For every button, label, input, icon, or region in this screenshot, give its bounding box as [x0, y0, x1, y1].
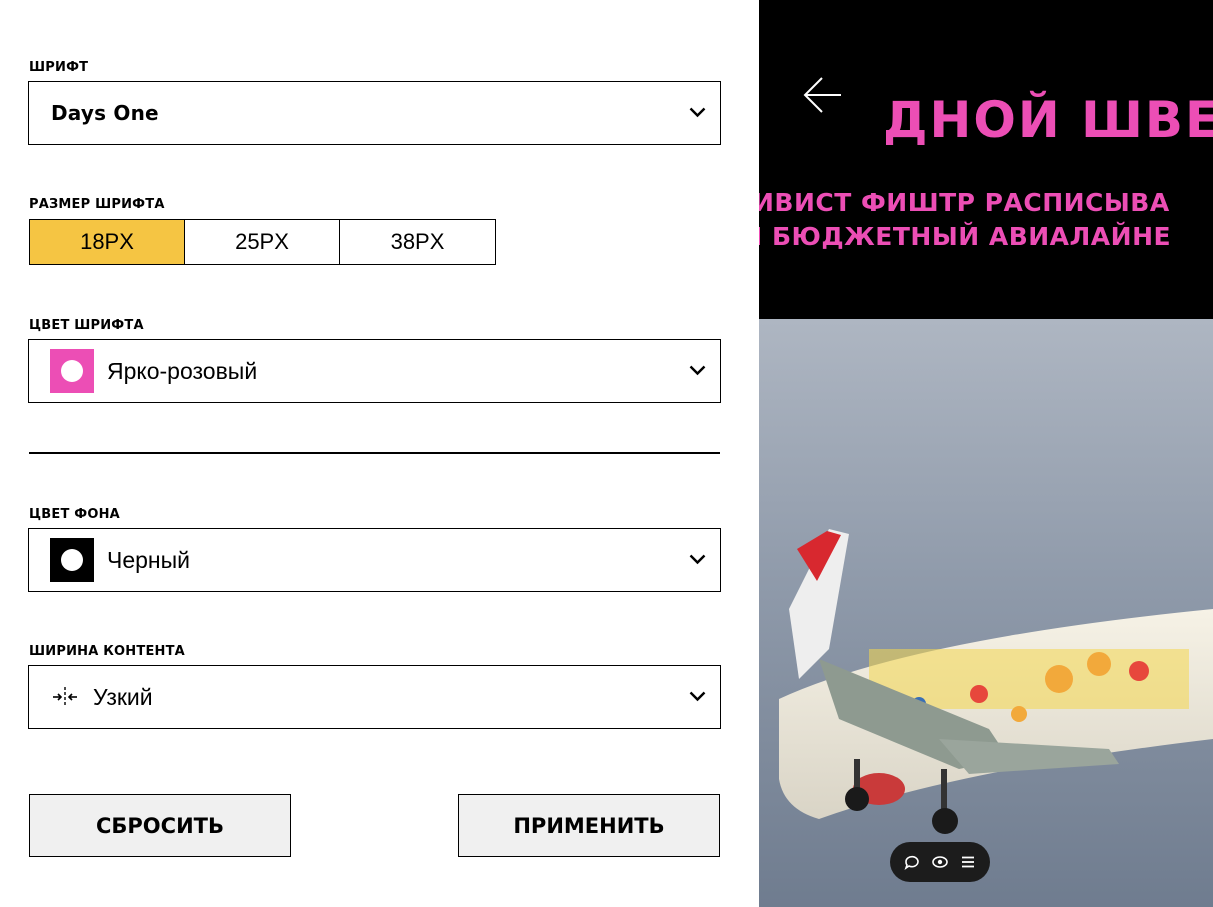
font-color-label: ЦВЕТ ШРИФТА	[29, 318, 144, 333]
font-select-value: Days One	[51, 101, 159, 125]
settings-panel: ШРИФТ Days One РАЗМЕР ШРИФТА 18PX 25PX 3…	[0, 0, 758, 907]
font-color-select[interactable]: Ярко-розовый	[28, 339, 721, 403]
dot-icon	[61, 360, 83, 382]
font-color-value: Ярко-розовый	[107, 357, 258, 384]
content-width-value: Узкий	[93, 683, 153, 710]
preview-panel: ДНОЙ ШВЕ ИВИСТ ФИШТР РАСПИСЫВА І БЮДЖЕТН…	[759, 0, 1213, 907]
preview-toolbar	[890, 842, 990, 882]
narrow-width-icon	[53, 687, 77, 707]
comment-icon[interactable]	[903, 853, 921, 871]
back-arrow-icon[interactable]	[803, 76, 843, 114]
font-size-25-button[interactable]: 25PX	[185, 220, 340, 264]
bg-color-value: Черный	[107, 546, 190, 573]
font-size-38-button[interactable]: 38PX	[340, 220, 495, 264]
preview-subtitle-line-2: І БЮДЖЕТНЫЙ АВИАЛАЙНЕ	[759, 222, 1172, 251]
bg-color-select[interactable]: Черный	[28, 528, 721, 592]
bg-color-label: ЦВЕТ ФОНА	[29, 507, 120, 522]
chevron-down-icon	[689, 107, 706, 118]
font-label: ШРИФТ	[29, 60, 89, 75]
content-width-label: ШИРИНА КОНТЕНТА	[29, 644, 185, 659]
preview-title: ДНОЙ ШВЕ	[883, 91, 1213, 149]
preview-subtitle-line-1: ИВИСТ ФИШТР РАСПИСЫВА	[759, 188, 1170, 217]
content-width-select[interactable]: Узкий	[28, 665, 721, 729]
pink-swatch-icon	[50, 349, 94, 393]
chevron-down-icon	[689, 365, 706, 376]
chevron-down-icon	[689, 691, 706, 702]
font-size-18-button[interactable]: 18PX	[30, 220, 185, 264]
font-size-label: РАЗМЕР ШРИФТА	[29, 197, 165, 212]
airplane-photo	[759, 319, 1213, 907]
apply-button[interactable]: ПРИМЕНИТЬ	[458, 794, 720, 857]
eye-icon[interactable]	[931, 853, 949, 871]
black-swatch-icon	[50, 538, 94, 582]
font-size-selector: 18PX 25PX 38PX	[29, 219, 496, 265]
menu-icon[interactable]	[959, 853, 977, 871]
dot-icon	[61, 549, 83, 571]
chevron-down-icon	[689, 554, 706, 565]
reset-button[interactable]: СБРОСИТЬ	[29, 794, 291, 857]
divider	[29, 452, 720, 454]
font-select[interactable]: Days One	[28, 81, 721, 145]
